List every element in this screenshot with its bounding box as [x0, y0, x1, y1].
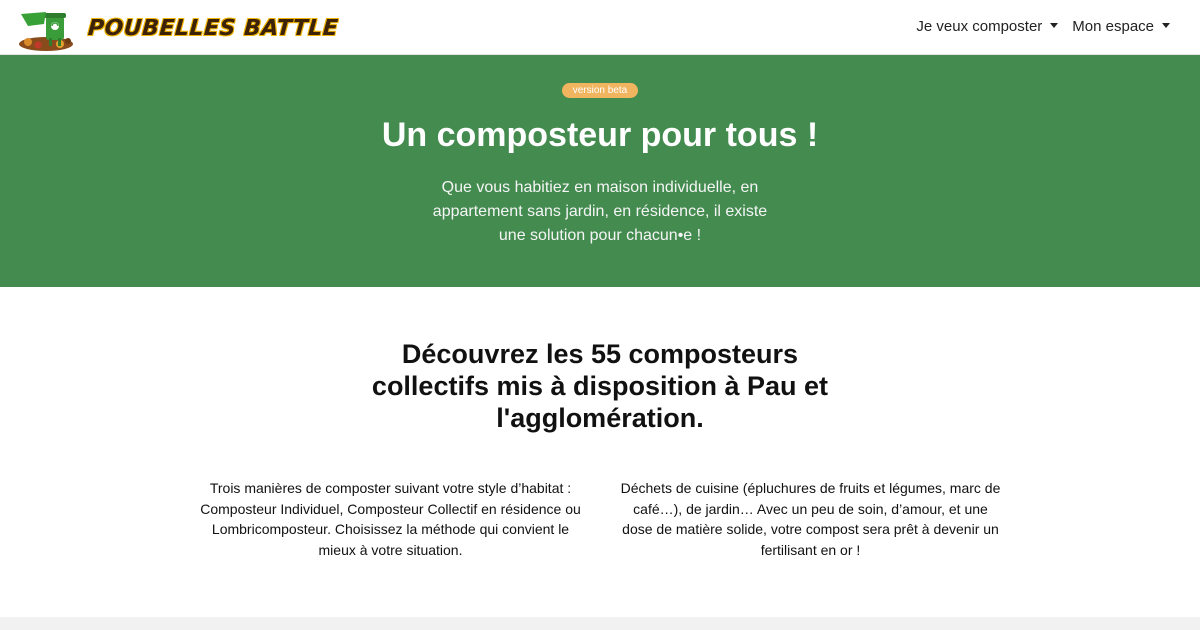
recycling-bin-mascot-icon — [19, 12, 73, 51]
brand-link[interactable]: POUBELLES BATTLE — [16, 4, 340, 52]
chevron-down-icon — [1050, 23, 1059, 28]
footer-band — [0, 617, 1200, 630]
nav-dropdown-je-veux-composter[interactable]: Je veux composter — [916, 18, 1059, 35]
main-nav: Je veux composter Mon espace — [916, 18, 1170, 35]
hero-banner: version beta Un composteur pour tous ! Q… — [0, 55, 1200, 287]
nav-label: Je veux composter — [916, 18, 1043, 35]
intro-text-left: Trois manières de composter suivant votr… — [200, 480, 581, 558]
hero-subtitle: Que vous habitiez en maison individuelle… — [432, 179, 768, 244]
nav-dropdown-mon-espace[interactable]: Mon espace — [1072, 18, 1170, 35]
intro-text-right: Déchets de cuisine (épluchures de fruits… — [620, 480, 1001, 558]
version-badge: version beta — [562, 83, 638, 98]
chevron-down-icon — [1162, 23, 1170, 28]
hero-title: Un composteur pour tous ! — [381, 116, 819, 154]
top-navbar: POUBELLES BATTLE Je veux composter Mon e… — [0, 0, 1200, 55]
brand-name: POUBELLES BATTLE — [87, 15, 340, 41]
section-title: Découvrez les 55 composteurs collectifs … — [371, 339, 829, 433]
nav-label: Mon espace — [1072, 18, 1154, 35]
